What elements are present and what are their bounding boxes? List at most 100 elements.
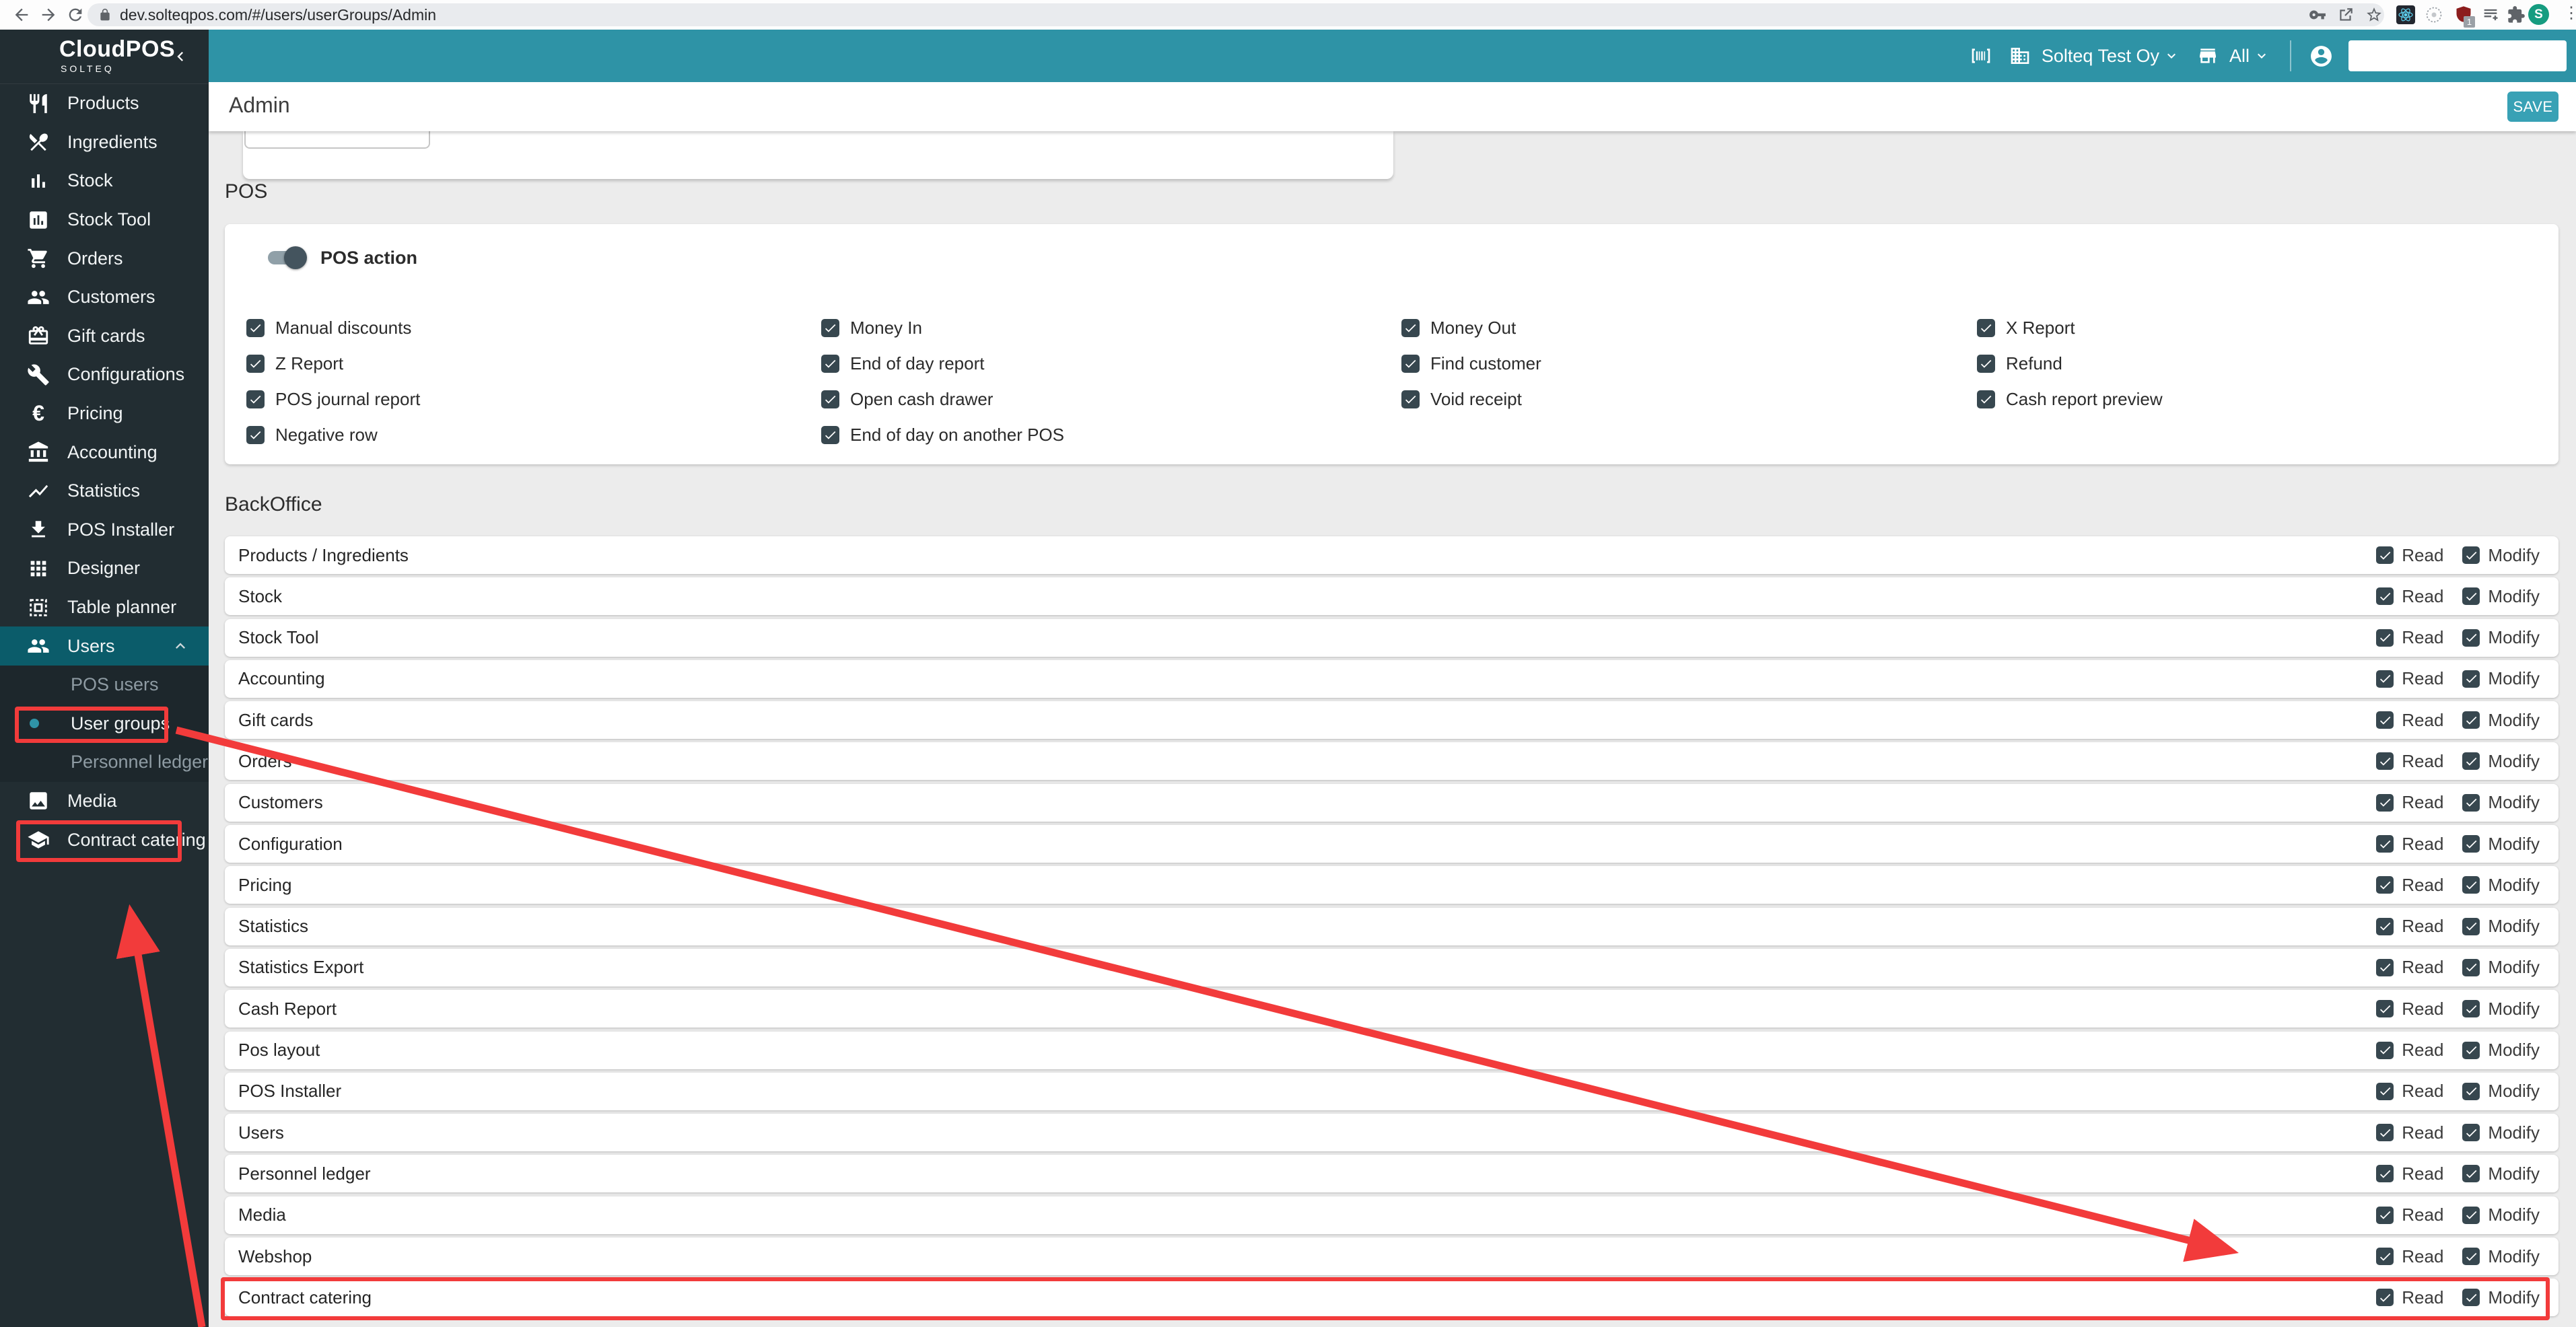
checkbox-checked[interactable] <box>246 319 265 337</box>
company-building-icon[interactable] <box>2009 45 2031 67</box>
checkbox-checked[interactable] <box>1401 390 1420 408</box>
sidebar-item-pricing[interactable]: €Pricing <box>0 394 209 433</box>
pos-action-toggle[interactable] <box>268 251 303 264</box>
checkbox-checked[interactable] <box>246 426 265 444</box>
forward-icon[interactable] <box>39 5 58 24</box>
sidebar-item-configurations[interactable]: Configurations <box>0 355 209 394</box>
browser-profile-avatar[interactable]: S <box>2528 4 2549 25</box>
read-checkbox[interactable] <box>2376 1207 2394 1224</box>
checkbox-checked[interactable] <box>1401 319 1420 337</box>
sidebar-item-customers[interactable]: Customers <box>0 278 209 317</box>
sidebar-item-orders[interactable]: Orders <box>0 239 209 278</box>
read-checkbox[interactable] <box>2376 959 2394 976</box>
barcode-scan-icon[interactable] <box>1970 45 1992 67</box>
header-search-input[interactable] <box>2348 40 2567 71</box>
save-button[interactable]: SAVE <box>2507 92 2558 122</box>
lock-icon <box>98 8 112 22</box>
read-checkbox[interactable] <box>2376 918 2394 935</box>
partial-text-input[interactable] <box>244 131 430 149</box>
read-checkbox[interactable] <box>2376 587 2394 605</box>
read-checkbox[interactable] <box>2376 670 2394 688</box>
chevron-down-icon[interactable] <box>2163 48 2180 64</box>
checkbox-checked[interactable] <box>1977 319 1995 337</box>
modify-checkbox[interactable] <box>2462 1289 2480 1306</box>
sidebar-item-stock-tool[interactable]: Stock Tool <box>0 201 209 240</box>
read-checkbox[interactable] <box>2376 1124 2394 1141</box>
modify-checkbox[interactable] <box>2462 670 2480 688</box>
modify-checkbox[interactable] <box>2462 876 2480 894</box>
read-checkbox[interactable] <box>2376 752 2394 770</box>
modify-checkbox[interactable] <box>2462 918 2480 935</box>
sidebar-item-user-groups[interactable]: User groups <box>0 705 209 744</box>
company-selector[interactable]: Solteq Test Oy <box>2042 46 2159 67</box>
modify-checkbox[interactable] <box>2462 711 2480 729</box>
modify-checkbox[interactable] <box>2462 835 2480 853</box>
modify-checkbox[interactable] <box>2462 1124 2480 1141</box>
sidebar-item-stock[interactable]: Stock <box>0 162 209 201</box>
modify-checkbox[interactable] <box>2462 546 2480 564</box>
key-icon[interactable] <box>2309 6 2326 24</box>
store-icon[interactable] <box>2197 45 2219 67</box>
url-bar[interactable]: dev.solteqpos.com/#/users/userGroups/Adm… <box>88 3 2384 26</box>
read-checkbox[interactable] <box>2376 835 2394 853</box>
checkbox-checked[interactable] <box>246 355 265 373</box>
read-checkbox[interactable] <box>2376 1248 2394 1265</box>
sidebar-item-table-planner[interactable]: Table planner <box>0 588 209 627</box>
modify-checkbox[interactable] <box>2462 1248 2480 1265</box>
reading-list-icon[interactable] <box>2481 5 2500 24</box>
read-checkbox[interactable] <box>2376 629 2394 647</box>
read-checkbox[interactable] <box>2376 1000 2394 1017</box>
react-devtools-icon[interactable] <box>2396 5 2415 24</box>
sidebar-collapse-icon[interactable] <box>171 47 190 66</box>
backoffice-row-label: Statistics <box>238 916 308 937</box>
modify-checkbox[interactable] <box>2462 629 2480 647</box>
modify-checkbox[interactable] <box>2462 1000 2480 1017</box>
sidebar-item-users[interactable]: Users <box>0 626 209 666</box>
sidebar-item-personnel-ledger[interactable]: Personnel ledger <box>0 743 209 782</box>
sidebar-item-accounting[interactable]: Accounting <box>0 433 209 472</box>
sidebar-item-pos-installer[interactable]: POS Installer <box>0 511 209 550</box>
read-checkbox[interactable] <box>2376 1289 2394 1306</box>
modify-checkbox[interactable] <box>2462 959 2480 976</box>
bookmark-star-icon[interactable] <box>2365 6 2383 24</box>
reload-icon[interactable] <box>66 5 85 24</box>
read-checkbox[interactable] <box>2376 876 2394 894</box>
sidebar-item-media[interactable]: Media <box>0 782 209 821</box>
sidebar-item-ingredients[interactable]: Ingredients <box>0 123 209 162</box>
read-checkbox[interactable] <box>2376 1165 2394 1182</box>
sidebar-item-contract-catering[interactable]: Contract catering <box>0 820 209 859</box>
checkbox-checked[interactable] <box>1977 355 1995 373</box>
sidebar-item-gift-cards[interactable]: Gift cards <box>0 317 209 356</box>
extension-circle-icon[interactable] <box>2425 5 2443 24</box>
puzzle-extensions-icon[interactable] <box>2507 5 2526 24</box>
read-checkbox[interactable] <box>2376 794 2394 812</box>
checkbox-checked[interactable] <box>1401 355 1420 373</box>
sidebar-item-pos-users[interactable]: POS users <box>0 666 209 705</box>
modify-checkbox[interactable] <box>2462 794 2480 812</box>
store-filter-selector[interactable]: All <box>2229 46 2250 67</box>
modify-checkbox[interactable] <box>2462 752 2480 770</box>
read-checkbox[interactable] <box>2376 1042 2394 1059</box>
modify-checkbox[interactable] <box>2462 1207 2480 1224</box>
checkbox-checked[interactable] <box>821 426 839 444</box>
chevron-down-icon[interactable] <box>2254 48 2270 64</box>
modify-checkbox[interactable] <box>2462 1083 2480 1100</box>
read-checkbox[interactable] <box>2376 546 2394 564</box>
checkbox-checked[interactable] <box>821 390 839 408</box>
modify-checkbox[interactable] <box>2462 1042 2480 1059</box>
read-checkbox[interactable] <box>2376 1083 2394 1100</box>
checkbox-checked[interactable] <box>1977 390 1995 408</box>
user-account-icon[interactable] <box>2309 44 2334 69</box>
back-icon[interactable] <box>12 5 31 24</box>
sidebar-item-designer[interactable]: Designer <box>0 549 209 588</box>
checkbox-checked[interactable] <box>821 355 839 373</box>
checkbox-checked[interactable] <box>246 390 265 408</box>
read-checkbox[interactable] <box>2376 711 2394 729</box>
browser-menu-icon[interactable]: ⋮ <box>2563 3 2576 23</box>
sidebar-item-products[interactable]: Products <box>0 84 209 123</box>
modify-checkbox[interactable] <box>2462 587 2480 605</box>
checkbox-checked[interactable] <box>821 319 839 337</box>
modify-checkbox[interactable] <box>2462 1165 2480 1182</box>
share-icon[interactable] <box>2337 6 2355 24</box>
sidebar-item-statistics[interactable]: Statistics <box>0 472 209 511</box>
